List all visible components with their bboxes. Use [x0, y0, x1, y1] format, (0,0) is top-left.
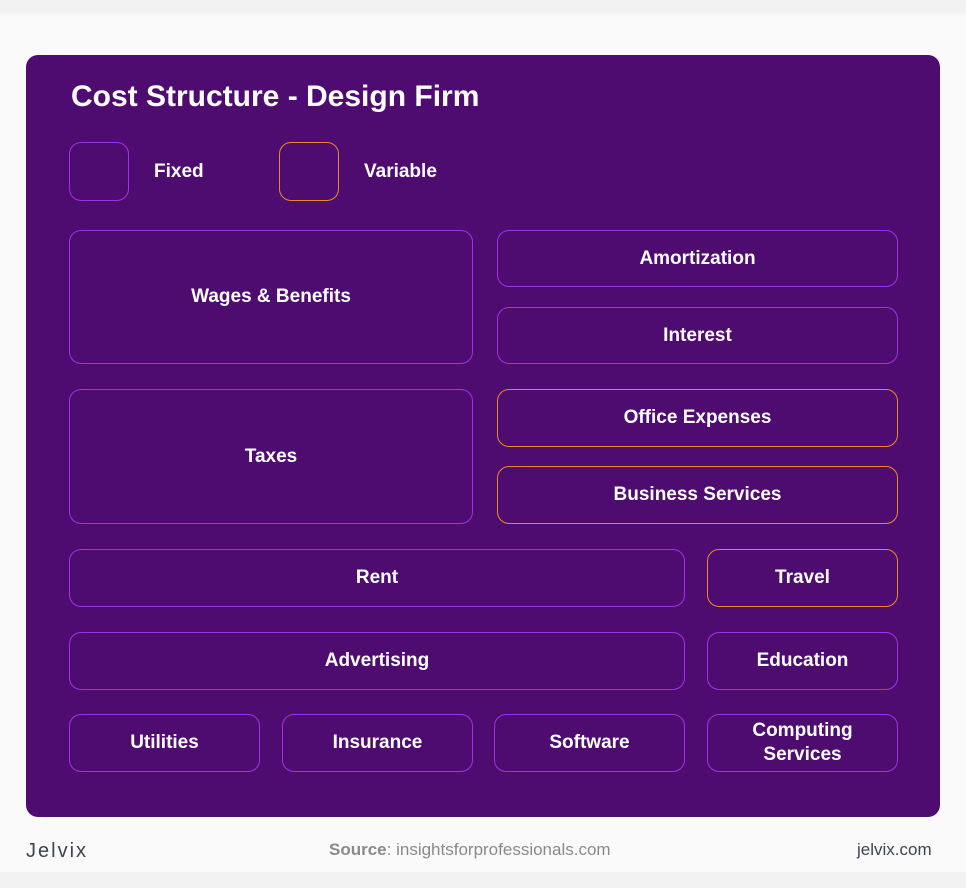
box-office-expenses: Office Expenses	[497, 389, 898, 447]
legend-variable-swatch	[279, 142, 339, 201]
source-label: Source	[329, 840, 387, 859]
legend-fixed-swatch	[69, 142, 129, 201]
box-education: Education	[707, 632, 898, 690]
legend-fixed-label: Fixed	[154, 161, 204, 182]
site-link[interactable]: jelvix.com	[857, 840, 932, 860]
box-software: Software	[494, 714, 685, 772]
diagram-title: Cost Structure - Design Firm	[71, 80, 480, 113]
legend-variable-label: Variable	[364, 161, 437, 182]
box-insurance: Insurance	[282, 714, 473, 772]
box-business-services: Business Services	[497, 466, 898, 524]
bottom-bar	[0, 872, 966, 888]
box-travel: Travel	[707, 549, 898, 607]
box-amortization: Amortization	[497, 230, 898, 287]
box-wages-benefits: Wages & Benefits	[69, 230, 473, 364]
top-bar	[0, 0, 966, 14]
box-taxes: Taxes	[69, 389, 473, 524]
box-interest: Interest	[497, 307, 898, 364]
source-text: Source: insightsforprofessionals.com	[329, 840, 611, 860]
jelvix-logo: Jelvix	[26, 840, 89, 862]
box-utilities: Utilities	[69, 714, 260, 772]
source-value: : insightsforprofessionals.com	[386, 840, 611, 859]
box-advertising: Advertising	[69, 632, 685, 690]
box-computing-services: Computing Services	[707, 714, 898, 772]
box-rent: Rent	[69, 549, 685, 607]
